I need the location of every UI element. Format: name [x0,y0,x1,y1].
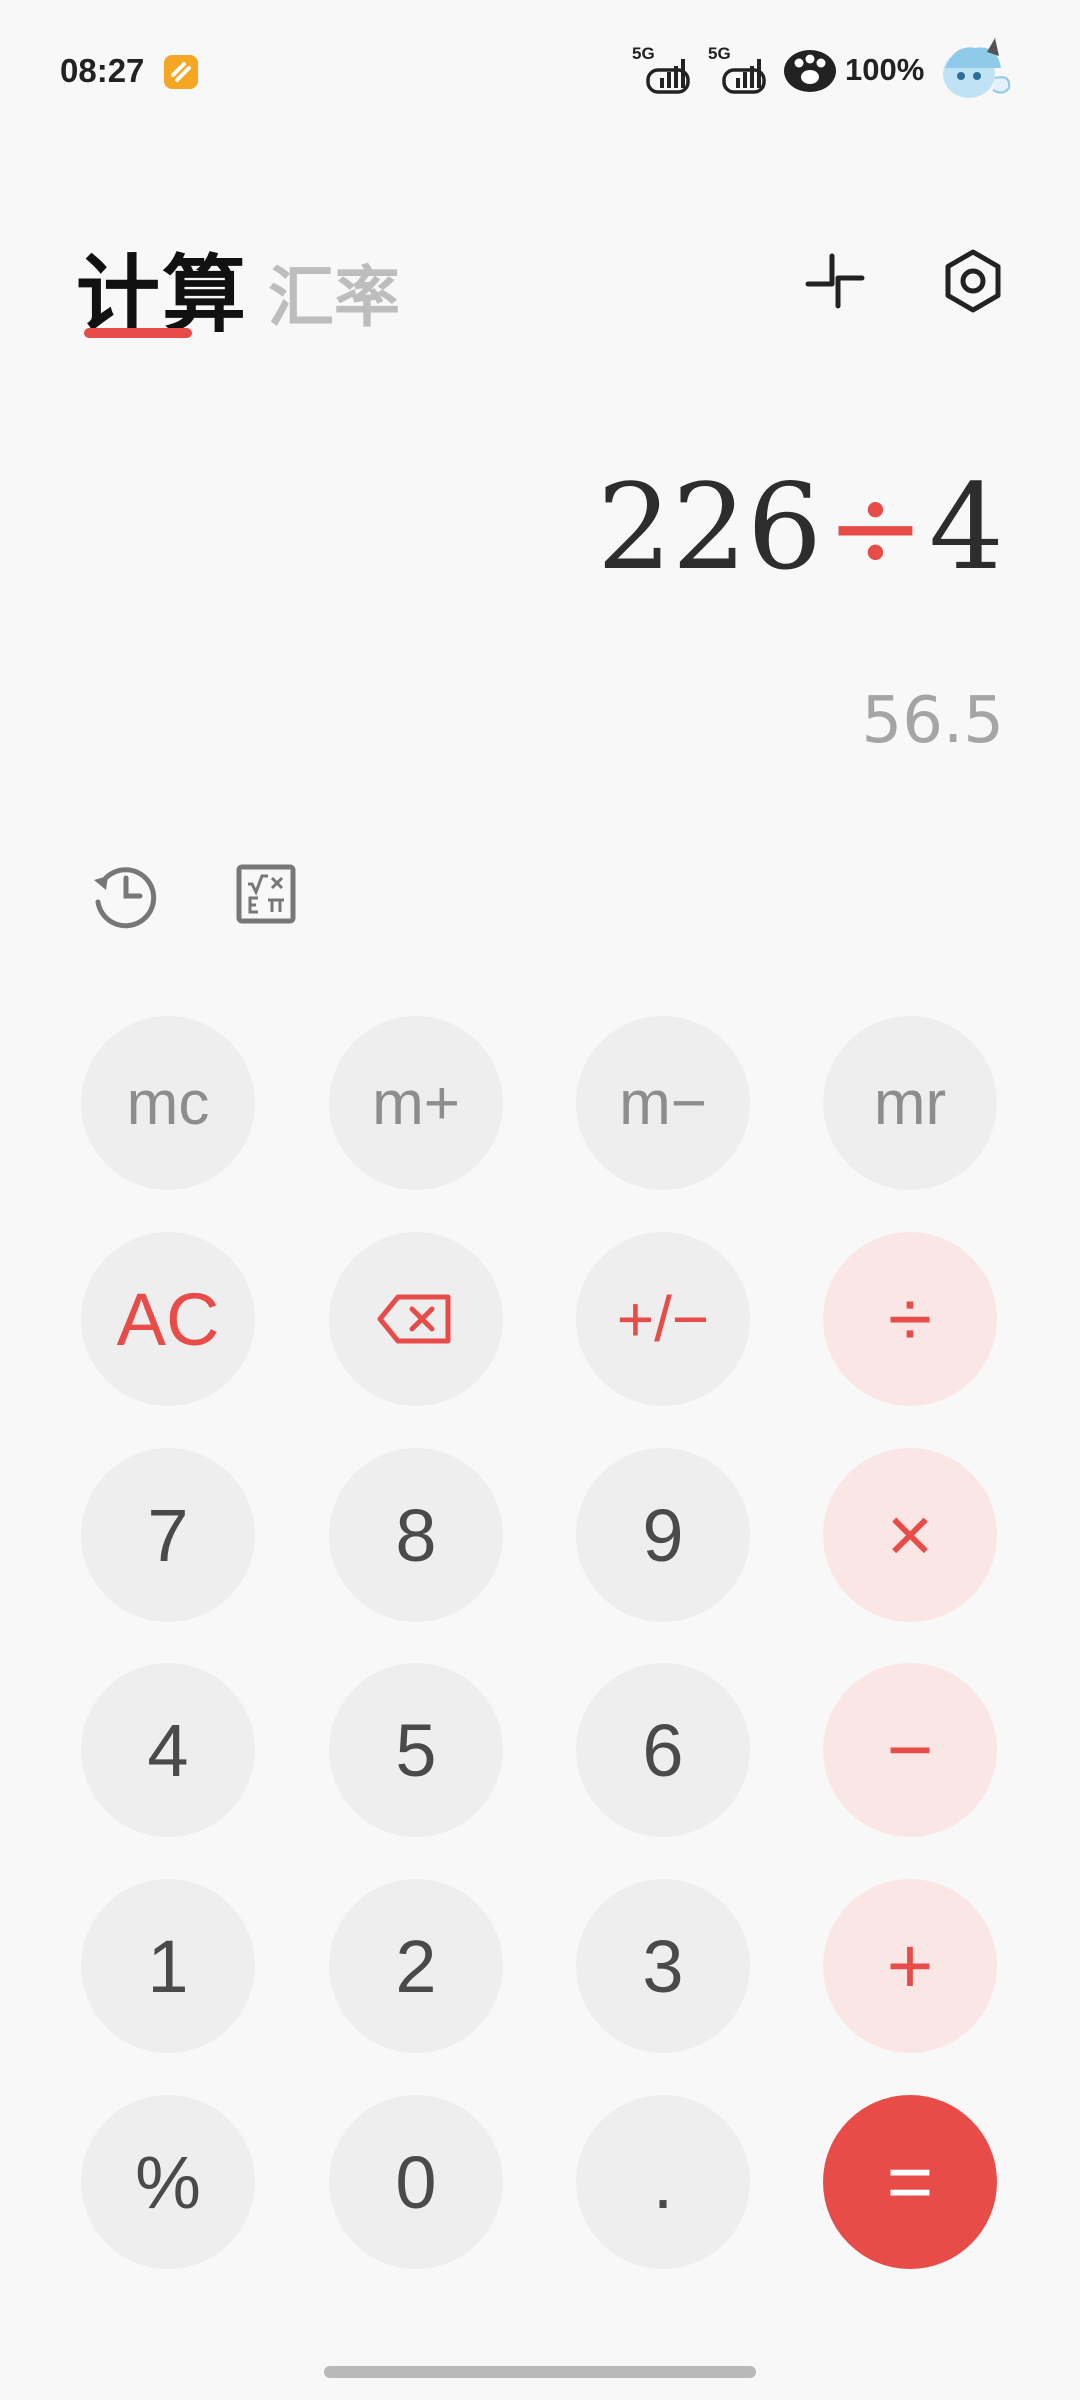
multiply-button[interactable]: × [823,1448,997,1622]
expression-operand-2: 4 [928,458,1004,596]
digit-6-button[interactable]: 6 [576,1663,750,1837]
memory-clear-button[interactable]: mc [81,1016,255,1190]
backspace-icon [377,1294,451,1344]
memory-add-button[interactable]: m+ [329,1016,503,1190]
status-bar: 08:27 5G 5G 100% [0,0,1080,140]
notification-app-icon [164,55,198,89]
collapse-icon[interactable] [802,248,868,314]
digit-5-button[interactable]: 5 [329,1663,503,1837]
backspace-button[interactable] [329,1232,503,1406]
expression-display: 226 ÷ 4 [597,458,1004,596]
digit-8-button[interactable]: 8 [329,1448,503,1622]
signal-icon: 5G [632,44,696,94]
equals-button[interactable]: = [823,2095,997,2269]
home-indicator[interactable] [324,2366,756,2378]
active-tab-indicator [84,328,192,338]
decimal-point-button[interactable]: . [576,2095,750,2269]
result-display: 56.5 [861,684,1005,758]
divide-button[interactable]: ÷ [823,1232,997,1406]
settings-icon[interactable] [940,248,1006,314]
digit-9-button[interactable]: 9 [576,1448,750,1622]
digit-0-button[interactable]: 0 [329,2095,503,2269]
battery-level: 100% [845,52,925,87]
digit-1-button[interactable]: 1 [81,1879,255,2053]
digit-7-button[interactable]: 7 [81,1448,255,1622]
expression-operand-1: 226 [596,458,823,596]
history-icon[interactable] [88,858,160,930]
status-time: 08:27 [60,52,145,89]
memory-subtract-button[interactable]: m− [576,1016,750,1190]
digit-2-button[interactable]: 2 [329,1879,503,2053]
expression-operator: ÷ [826,458,925,596]
paw-icon [782,48,838,94]
toggle-sign-button[interactable]: +/− [576,1232,750,1406]
scientific-icon[interactable] [230,858,302,930]
tab-exchange-rate[interactable]: 汇率 [268,244,400,340]
avatar-sticker [935,38,1015,104]
digit-3-button[interactable]: 3 [576,1879,750,2053]
memory-recall-button[interactable]: mr [823,1016,997,1190]
percent-button[interactable]: % [81,2095,255,2269]
signal-icon: 5G [708,44,772,94]
digit-4-button[interactable]: 4 [81,1663,255,1837]
add-button[interactable]: + [823,1879,997,2053]
all-clear-button[interactable]: AC [81,1232,255,1406]
subtract-button[interactable]: − [823,1663,997,1837]
